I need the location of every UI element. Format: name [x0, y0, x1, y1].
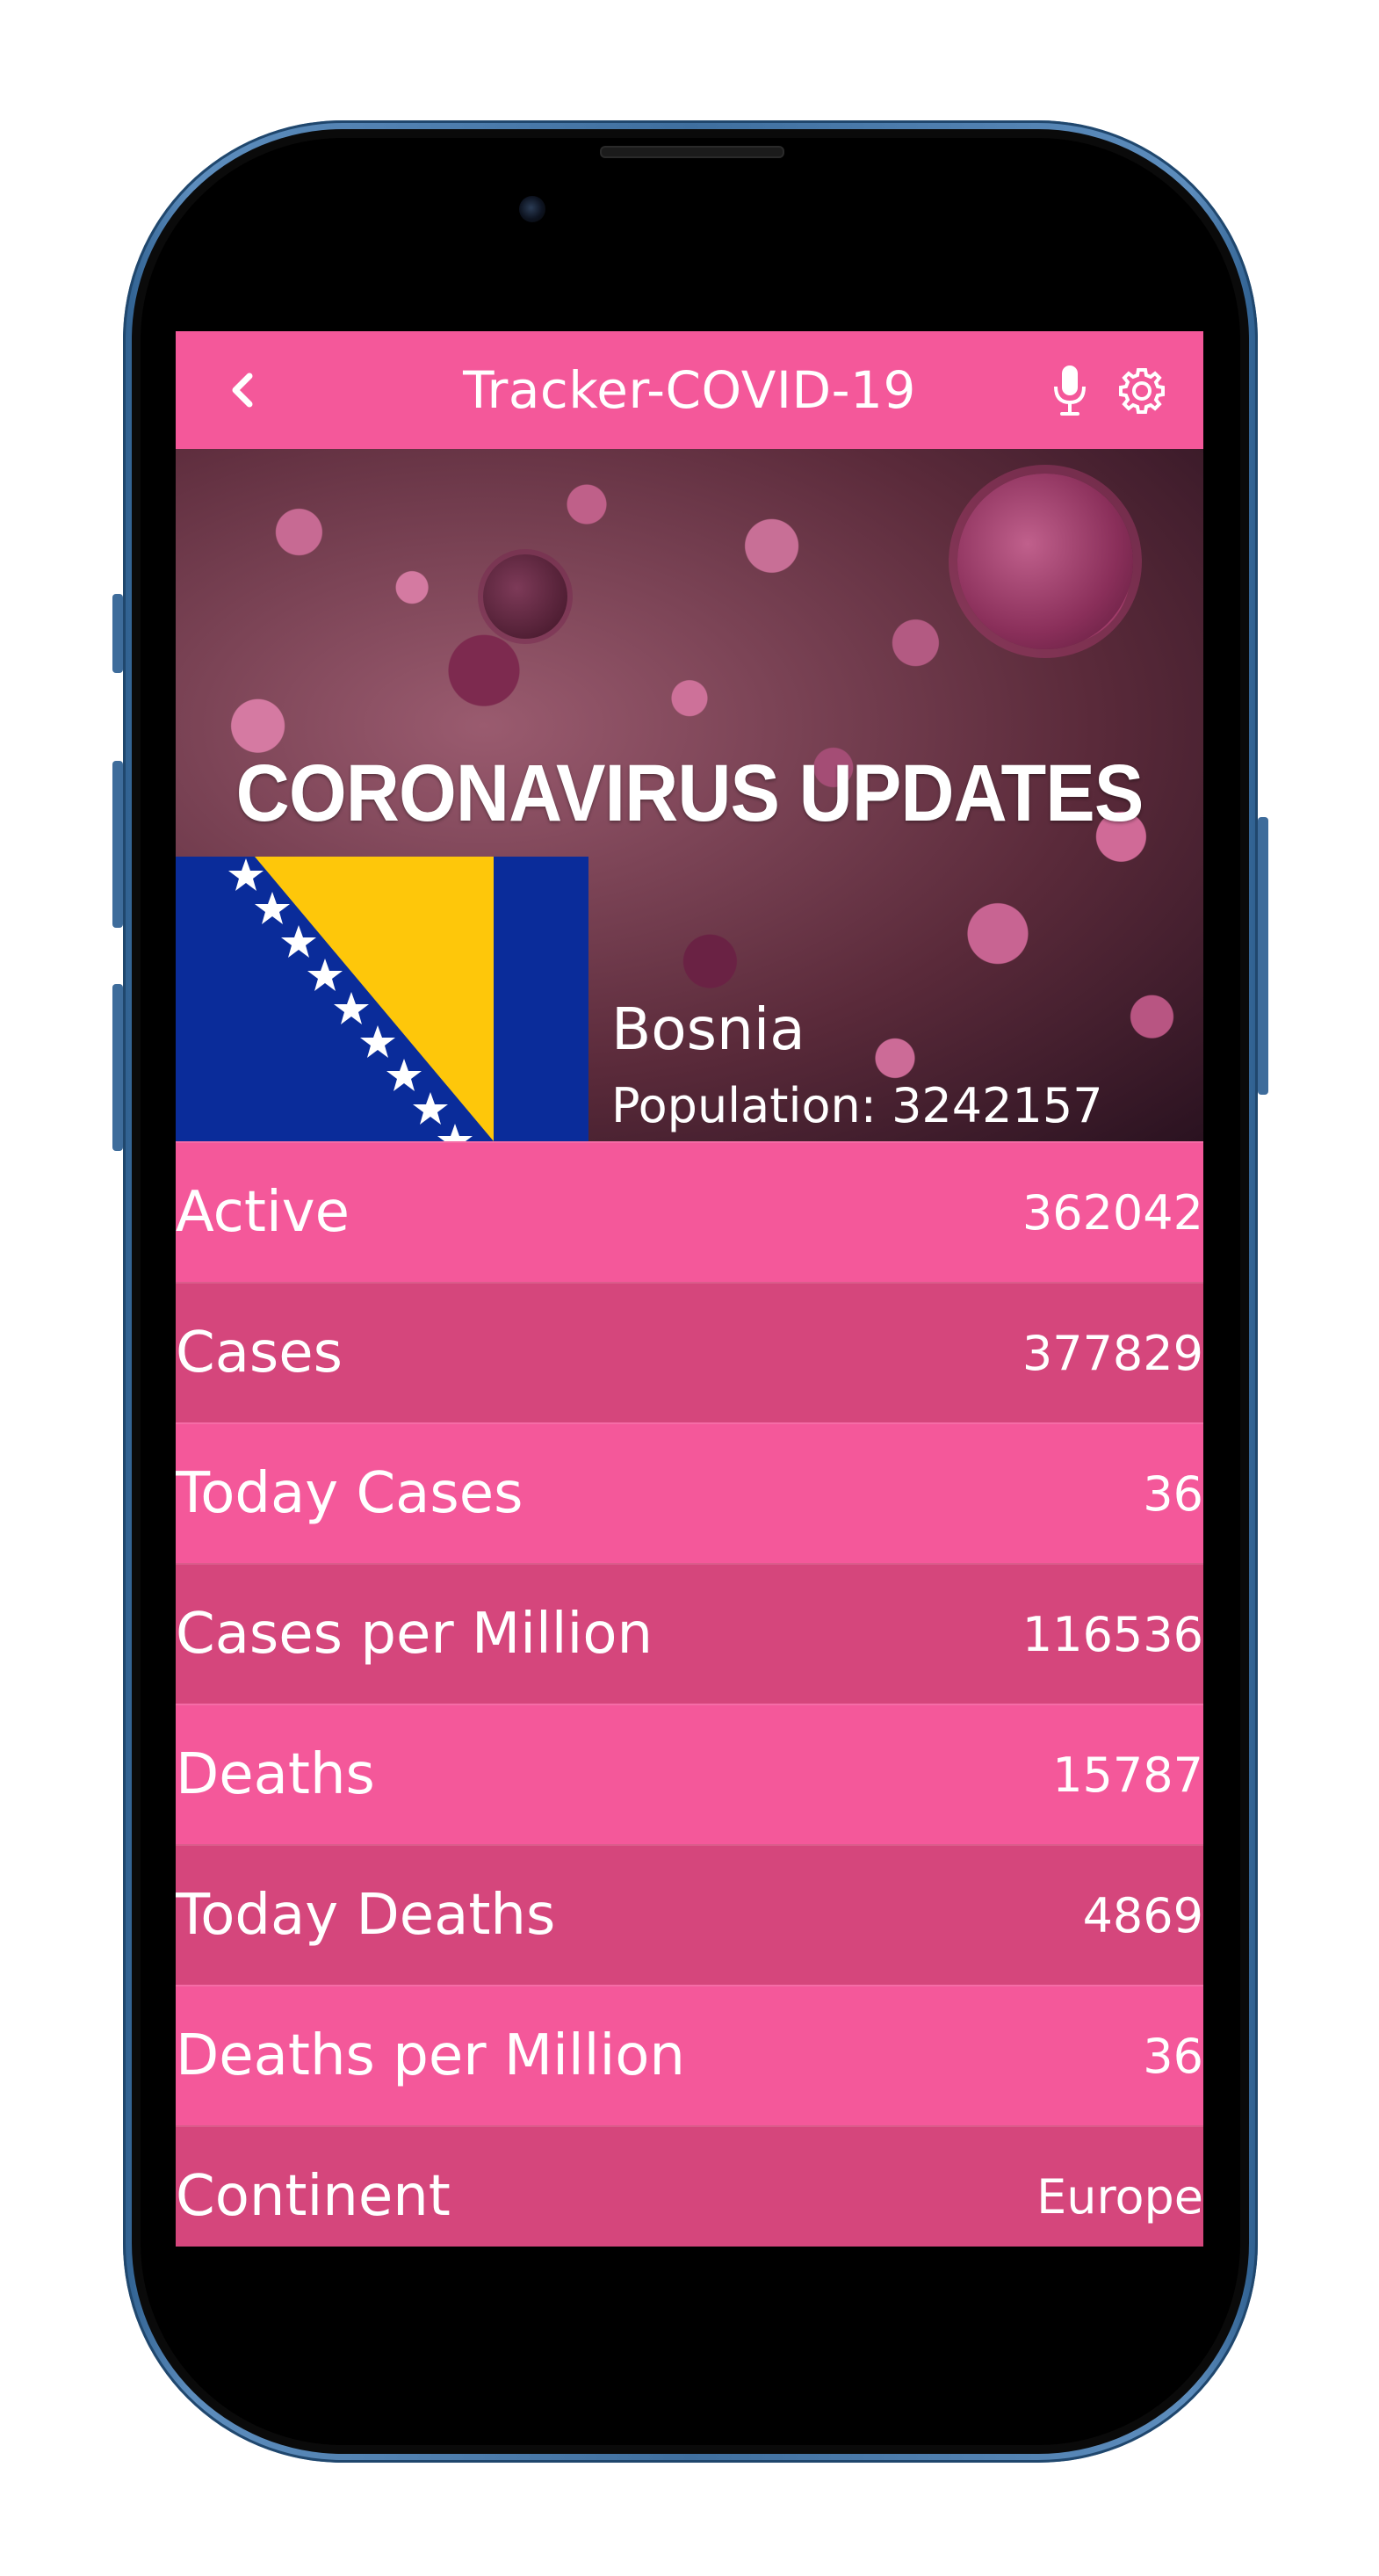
- stat-label: Today Deaths: [176, 1883, 556, 1948]
- stat-value: 36: [1143, 1465, 1203, 1522]
- stat-label: Deaths: [176, 1742, 375, 1807]
- stat-row-today-deaths: Today Deaths 4869: [176, 1844, 1203, 1985]
- stat-value: 377829: [1022, 1325, 1203, 1381]
- volume-down-button: [112, 984, 123, 1151]
- stat-value: 116536: [1022, 1606, 1203, 1662]
- voice-search-button[interactable]: [1045, 361, 1094, 419]
- volume-up-button: [112, 761, 123, 928]
- stat-label: Cases per Million: [176, 1602, 653, 1667]
- power-button: [1258, 817, 1268, 1095]
- microphone-icon: [1054, 365, 1086, 416]
- stat-label: Active: [176, 1180, 350, 1245]
- gear-icon: [1119, 368, 1165, 414]
- stat-row-deaths: Deaths 15787: [176, 1704, 1203, 1844]
- stat-row-continent: Continent Europe: [176, 2125, 1203, 2247]
- stat-label: Continent: [176, 2164, 451, 2229]
- stat-row-cases-per-million: Cases per Million 116536: [176, 1563, 1203, 1704]
- stat-row-today-cases: Today Cases 36: [176, 1422, 1203, 1563]
- chevron-left-icon: [232, 373, 253, 408]
- stat-value: Europe: [1036, 2168, 1203, 2225]
- stat-label: Today Cases: [176, 1461, 523, 1526]
- stat-label: Deaths per Million: [176, 2023, 685, 2088]
- country-flag: [176, 857, 588, 1141]
- virus-illustration: [957, 474, 1133, 649]
- app-toolbar: Tracker-COVID-19: [176, 331, 1203, 449]
- bosnia-flag-icon: [176, 857, 588, 1141]
- stat-row-active: Active 362042: [176, 1141, 1203, 1282]
- banner-heading: CORONAVIRUS UPDATES: [235, 749, 1144, 838]
- country-name: Bosnia: [611, 995, 805, 1063]
- population-text: Population: 3242157: [611, 1078, 1103, 1133]
- stat-value: 15787: [1052, 1747, 1203, 1803]
- stat-value: 36: [1143, 2028, 1203, 2084]
- virus-illustration: [483, 554, 567, 639]
- front-camera-icon: [519, 196, 545, 222]
- silent-switch: [112, 594, 123, 673]
- stat-value: 362042: [1022, 1184, 1203, 1241]
- speaker-grille: [600, 146, 784, 158]
- stat-row-deaths-per-million: Deaths per Million 36: [176, 1985, 1203, 2125]
- app-screen: Tracker-COVID-19 CORONAVIRUS UPDATES Bos…: [176, 331, 1203, 2247]
- stats-list: Active 362042 Cases 377829 Today Cases 3…: [176, 1141, 1203, 2247]
- stat-value: 4869: [1082, 1887, 1203, 1943]
- settings-button[interactable]: [1114, 363, 1170, 419]
- back-button[interactable]: [213, 361, 271, 419]
- stat-label: Cases: [176, 1321, 343, 1386]
- stat-row-cases: Cases 377829: [176, 1282, 1203, 1422]
